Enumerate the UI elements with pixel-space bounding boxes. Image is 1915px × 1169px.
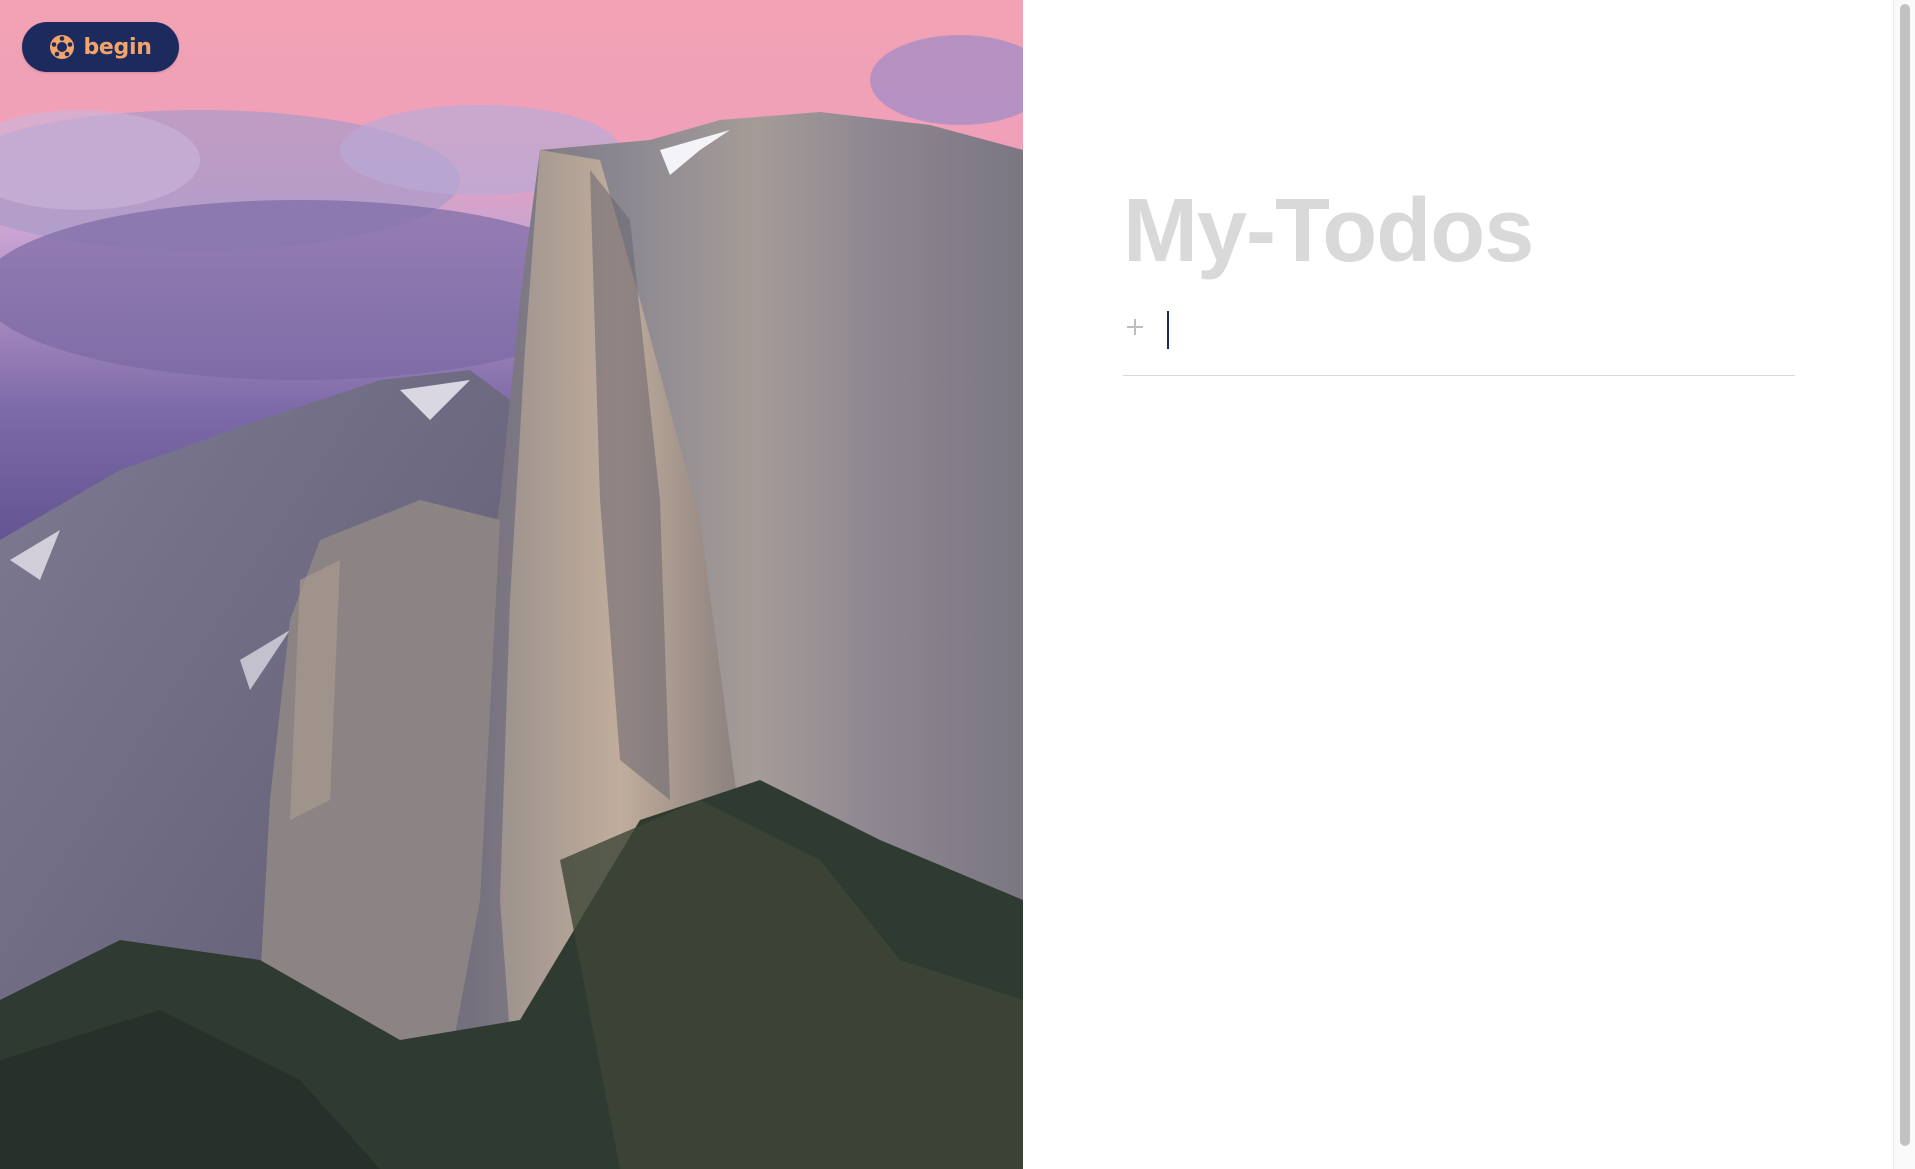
new-todo-input[interactable]	[1165, 311, 1785, 347]
app-page: begin My-Todos	[0, 0, 1915, 1169]
text-caret	[1167, 311, 1169, 349]
begin-logo-icon	[50, 35, 75, 59]
hero-image: begin	[0, 0, 1023, 1169]
vertical-scrollbar[interactable]	[1893, 0, 1915, 1169]
begin-logo-button[interactable]: begin	[22, 22, 179, 72]
new-todo-row[interactable]	[1123, 305, 1795, 376]
plus-icon[interactable]	[1125, 317, 1145, 337]
page-title: My-Todos	[1123, 181, 1534, 281]
begin-logo-label: begin	[83, 34, 152, 60]
todo-panel: My-Todos	[1023, 0, 1893, 1169]
scrollbar-thumb[interactable]	[1900, 4, 1910, 1146]
